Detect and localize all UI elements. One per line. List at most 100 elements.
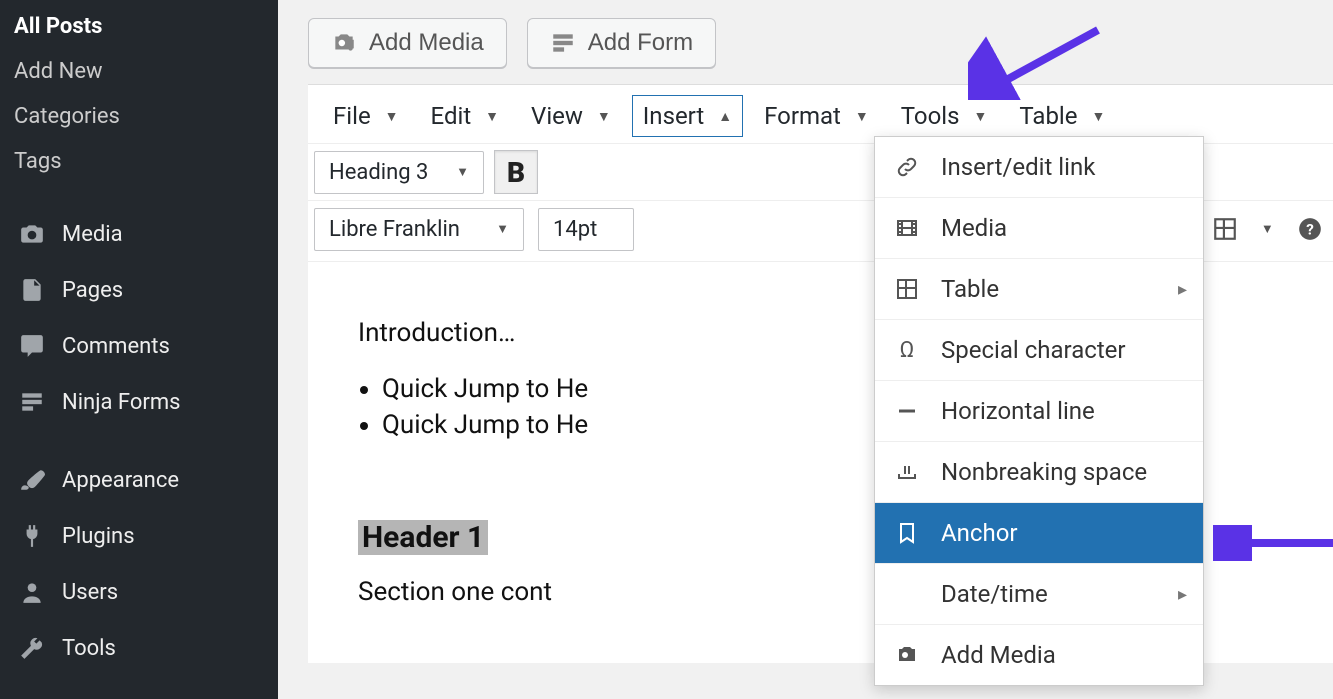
help-button[interactable]: ? — [1288, 207, 1332, 251]
editor-menubar: File Edit View Insert Format Tools Table — [308, 85, 1333, 143]
font-family-select[interactable]: Libre Franklin ▼ — [314, 208, 524, 251]
add-form-button[interactable]: Add Form — [527, 18, 716, 68]
table-button[interactable] — [1203, 207, 1247, 251]
menu-item-table[interactable]: Table — [875, 258, 1203, 319]
label: Users — [62, 580, 118, 605]
header-1[interactable]: Header 1 — [358, 520, 488, 555]
label: Nonbreaking space — [941, 458, 1147, 486]
menu-item-anchor[interactable]: Anchor — [875, 502, 1203, 563]
chevron-down-icon: ▼ — [496, 221, 509, 237]
brush-icon — [18, 466, 46, 494]
menu-item-media[interactable]: Media — [875, 197, 1203, 258]
label: Anchor — [941, 519, 1018, 547]
sidebar-item-pages[interactable]: Pages — [0, 262, 278, 318]
menu-insert[interactable]: Insert — [632, 95, 743, 137]
label: File — [333, 102, 371, 130]
chevron-down-icon: ▼ — [456, 164, 469, 180]
pages-icon — [18, 276, 46, 304]
media-buttons-row: Add Media Add Form — [308, 18, 1333, 68]
label: Plugins — [62, 524, 135, 549]
user-icon — [18, 578, 46, 606]
label: Special character — [941, 336, 1126, 364]
app-root: All Posts Add New Categories Tags Media … — [0, 0, 1333, 699]
sidebar-item-plugins[interactable]: Plugins — [0, 508, 278, 564]
label: 14pt — [553, 217, 597, 242]
label: Insert/edit link — [941, 153, 1095, 181]
label: All Posts — [14, 14, 102, 39]
comment-icon — [18, 332, 46, 360]
camera-music-icon — [331, 30, 357, 56]
label: Appearance — [62, 468, 179, 493]
label: Tools — [62, 636, 116, 661]
sidebar-item-appearance[interactable]: Appearance — [0, 452, 278, 508]
sidebar-sub-add-new[interactable]: Add New — [0, 49, 278, 94]
label: Horizontal line — [941, 397, 1095, 425]
add-media-button[interactable]: Add Media — [308, 18, 507, 68]
label: Tags — [14, 149, 62, 174]
label: Comments — [62, 334, 170, 359]
label: Ninja Forms — [62, 390, 180, 415]
sidebar-item-tools[interactable]: Tools — [0, 620, 278, 676]
camera-music-icon — [893, 643, 921, 667]
film-icon — [893, 216, 921, 240]
label: Add New — [14, 59, 103, 84]
chevron-down-icon[interactable]: ▼ — [1261, 221, 1274, 237]
label: Add Media — [369, 29, 484, 57]
sidebar-item-media[interactable]: Media — [0, 206, 278, 262]
label: Insert — [643, 102, 704, 130]
main-area: Add Media Add Form File Edit View Insert… — [278, 0, 1333, 699]
label: Table — [941, 275, 999, 303]
menu-item-insert-link[interactable]: Insert/edit link — [875, 137, 1203, 197]
menu-edit[interactable]: Edit — [420, 95, 511, 137]
omega-icon: Ω — [893, 338, 921, 363]
menu-item-special-char[interactable]: Ω Special character — [875, 319, 1203, 380]
plug-icon — [18, 522, 46, 550]
label: Pages — [62, 278, 123, 303]
menu-item-add-media[interactable]: Add Media — [875, 624, 1203, 685]
menu-tools[interactable]: Tools — [890, 95, 999, 137]
menu-view[interactable]: View — [520, 95, 622, 137]
label: View — [531, 102, 583, 130]
menu-file[interactable]: File — [322, 95, 410, 137]
label: Add Media — [941, 641, 1056, 669]
label: Table — [1019, 102, 1077, 130]
link-icon — [893, 155, 921, 179]
wrench-icon — [18, 634, 46, 662]
svg-text:?: ? — [1306, 220, 1314, 238]
label: Libre Franklin — [329, 217, 460, 242]
form-icon — [550, 30, 576, 56]
menu-format[interactable]: Format — [753, 95, 880, 137]
table-icon — [893, 277, 921, 301]
sidebar-item-comments[interactable]: Comments — [0, 318, 278, 374]
camera-icon — [18, 220, 46, 248]
label: Add Form — [588, 29, 693, 57]
label: Date/time — [941, 580, 1048, 608]
label: Format — [764, 102, 841, 130]
sidebar-item-users[interactable]: Users — [0, 564, 278, 620]
menu-item-nbsp[interactable]: Nonbreaking space — [875, 441, 1203, 502]
sidebar-item-ninja-forms[interactable]: Ninja Forms — [0, 374, 278, 430]
label: Tools — [901, 102, 960, 130]
bold-button[interactable]: B — [494, 150, 538, 194]
admin-sidebar: All Posts Add New Categories Tags Media … — [0, 0, 278, 699]
insert-dropdown: Insert/edit link Media Table Ω Special c… — [874, 136, 1204, 686]
format-select[interactable]: Heading 3 ▼ — [314, 151, 484, 194]
sidebar-sub-categories[interactable]: Categories — [0, 94, 278, 139]
sidebar-sub-tags[interactable]: Tags — [0, 139, 278, 184]
label: Edit — [431, 102, 472, 130]
bookmark-icon — [893, 521, 921, 545]
menu-item-hr[interactable]: Horizontal line — [875, 380, 1203, 441]
font-size-select[interactable]: 14pt — [538, 208, 634, 251]
sidebar-sub-all-posts[interactable]: All Posts — [0, 4, 278, 49]
label: Heading 3 — [329, 160, 428, 185]
minus-icon — [893, 399, 921, 423]
label: Media — [62, 222, 123, 247]
menu-item-datetime[interactable]: Date/time — [875, 563, 1203, 624]
arrow-annotation-insert — [968, 20, 1108, 100]
arrow-annotation-anchor — [1213, 525, 1333, 561]
nbsp-icon — [893, 460, 921, 484]
label: Categories — [14, 104, 120, 129]
menu-table[interactable]: Table — [1008, 95, 1116, 137]
label: Media — [941, 214, 1007, 242]
form-icon — [18, 388, 46, 416]
